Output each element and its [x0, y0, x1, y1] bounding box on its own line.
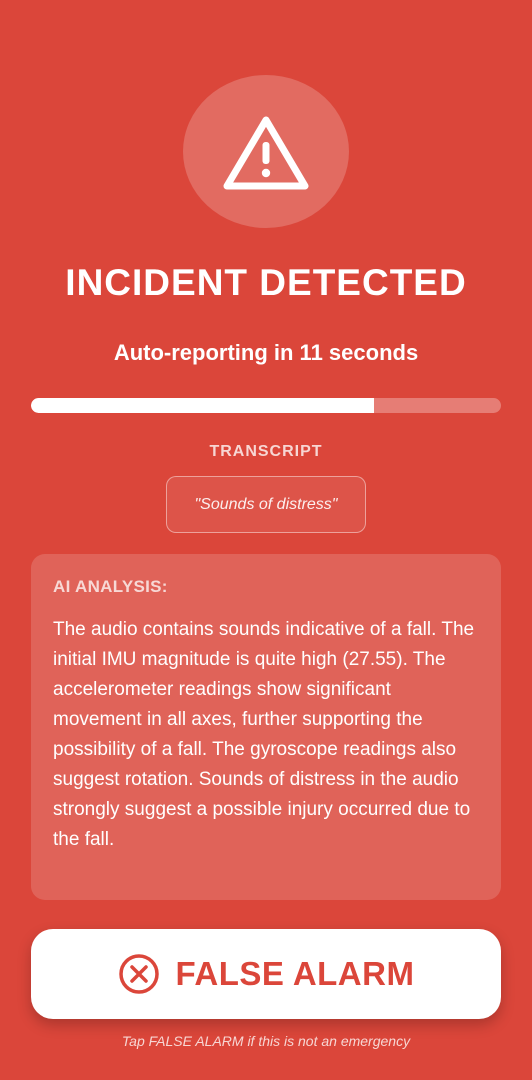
transcript-box: "Sounds of distress" [166, 476, 366, 533]
countdown-progress-bar [31, 398, 501, 413]
ai-analysis-label: AI ANALYSIS: [53, 577, 168, 596]
ai-analysis-text: The audio contains sounds indicative of … [53, 619, 475, 850]
transcript-label: TRANSCRIPT [209, 443, 323, 460]
warning-triangle-icon [223, 116, 309, 189]
false-alarm-label: FALSE ALARM [175, 955, 415, 992]
transcript-text: "Sounds of distress" [194, 495, 338, 513]
warning-badge [183, 75, 349, 228]
false-alarm-hint: Tap FALSE ALARM if this is not an emerge… [121, 1033, 411, 1049]
close-circle-icon [118, 954, 159, 994]
ai-analysis-card: AI ANALYSIS: The audio contains sounds i… [31, 554, 501, 900]
page-title: INCIDENT DETECTED [65, 262, 467, 303]
countdown-text: Auto-reporting in 11 seconds [113, 340, 419, 365]
false-alarm-button[interactable]: FALSE ALARM [31, 929, 501, 1019]
countdown-progress-fill [31, 398, 375, 413]
